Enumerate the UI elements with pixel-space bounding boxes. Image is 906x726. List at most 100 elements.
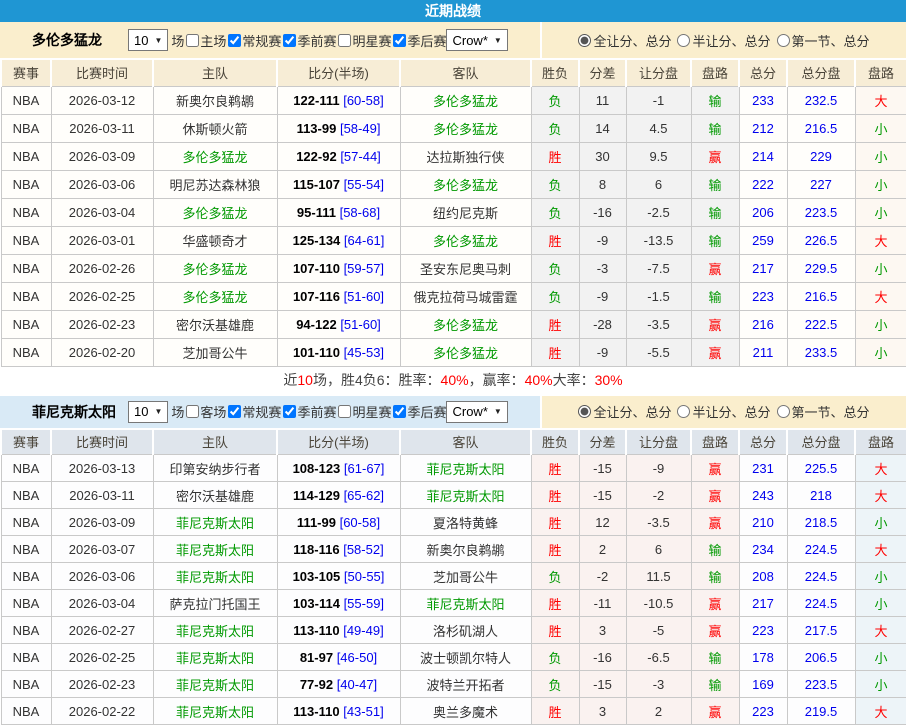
filter-checkbox[interactable]: 季后赛 <box>391 402 446 421</box>
odds-view-radio[interactable]: 半让分、总分 <box>677 402 770 421</box>
chevron-down-icon: ▼ <box>494 36 502 45</box>
away-team-cell: 多伦多猛龙 <box>400 114 531 142</box>
total-line-cell: 229.5 <box>787 254 855 282</box>
filter-checkbox[interactable]: 主场 <box>184 31 226 50</box>
home-team-cell: 菲尼克斯太阳 <box>153 509 277 536</box>
handicap-line-cell: 6 <box>626 536 691 563</box>
odds-view-radio-label: 半让分、总分 <box>692 31 770 50</box>
filter-checkbox-input[interactable] <box>393 34 406 47</box>
half-score: [51-60] <box>340 317 380 332</box>
total-points-cell: 208 <box>739 563 787 590</box>
date-cell: 2026-03-06 <box>51 170 153 198</box>
filter-checkbox[interactable]: 客场 <box>184 402 226 421</box>
result-cell: 胜 <box>531 590 579 617</box>
games-count-value: 10 <box>134 404 148 419</box>
score-cell: 114-129 [65-62] <box>277 482 400 509</box>
column-header: 盘路 <box>855 59 906 86</box>
filter-checkbox-input[interactable] <box>283 34 296 47</box>
over-under-cell: 大 <box>855 698 906 725</box>
total-line-cell: 233.5 <box>787 338 855 366</box>
score-cell: 111-99 [60-58] <box>277 509 400 536</box>
score-cell: 122-111 [60-58] <box>277 86 400 114</box>
filter-checkbox[interactable]: 明星赛 <box>336 31 391 50</box>
total-points-cell: 210 <box>739 509 787 536</box>
handicap-line-cell: -1 <box>626 86 691 114</box>
total-line-cell: 216.5 <box>787 282 855 310</box>
chevron-down-icon: ▼ <box>154 407 162 416</box>
half-score: [57-44] <box>340 149 380 164</box>
odds-view-radio[interactable]: 第一节、总分 <box>777 402 870 421</box>
total-points-cell: 234 <box>739 536 787 563</box>
point-diff-cell: -15 <box>579 482 626 509</box>
final-score: 122-111 <box>293 93 339 108</box>
filter-checkbox-input[interactable] <box>338 405 351 418</box>
odds-view-radio-input[interactable] <box>777 405 790 418</box>
odds-view-radio-input[interactable] <box>578 405 591 418</box>
filter-checkbox-input[interactable] <box>393 405 406 418</box>
filter-checkbox[interactable]: 常规赛 <box>226 402 281 421</box>
handicap-line-cell: -9 <box>626 455 691 482</box>
filter-checkbox-input[interactable] <box>228 405 241 418</box>
season-filter-checkboxes: 客场 常规赛 季前赛 明星赛 <box>184 402 446 421</box>
point-diff-cell: -15 <box>579 671 626 698</box>
filter-checkbox-input[interactable] <box>228 34 241 47</box>
handicap-result-cell: 输 <box>691 114 739 142</box>
away-team-cell: 新奥尔良鹈鹕 <box>400 536 531 563</box>
odds-view-radio-input[interactable] <box>777 34 790 47</box>
table-row: NBA 2026-03-09 菲尼克斯太阳 111-99 [60-58] 夏洛特… <box>1 509 906 536</box>
half-score: [49-49] <box>343 623 383 638</box>
result-cell: 负 <box>531 671 579 698</box>
filter-checkbox[interactable]: 明星赛 <box>336 402 391 421</box>
away-team-cell: 菲尼克斯太阳 <box>400 482 531 509</box>
total-points-cell: 217 <box>739 254 787 282</box>
half-score: [58-68] <box>340 205 380 220</box>
final-score: 107-116 <box>293 289 340 304</box>
table-row: NBA 2026-03-12 新奥尔良鹈鹕 122-111 [60-58] 多伦… <box>1 86 906 114</box>
odds-view-radio[interactable]: 全让分、总分 <box>578 31 671 50</box>
total-line-cell: 219.5 <box>787 698 855 725</box>
filter-checkbox-input[interactable] <box>338 34 351 47</box>
odds-view-radio[interactable]: 第一节、总分 <box>777 31 870 50</box>
filter-checkbox[interactable]: 季前赛 <box>281 402 336 421</box>
odds-view-radio[interactable]: 半让分、总分 <box>677 31 770 50</box>
table-row: NBA 2026-03-04 多伦多猛龙 95-111 [58-68] 纽约尼克… <box>1 198 906 226</box>
final-score: 114-129 <box>293 488 340 503</box>
handicap-result-cell: 输 <box>691 671 739 698</box>
summary-segment: 大率： <box>553 370 595 390</box>
table-row: NBA 2026-03-13 印第安纳步行者 108-123 [61-67] 菲… <box>1 455 906 482</box>
column-header: 盘路 <box>855 429 906 455</box>
games-count-select[interactable]: 10 ▼ <box>128 29 168 51</box>
column-header: 比分(半场) <box>277 429 400 455</box>
team-name: 多伦多猛龙 <box>32 30 128 50</box>
bookmaker-value: Crow* <box>452 404 487 419</box>
filter-checkbox-input[interactable] <box>186 34 199 47</box>
bookmaker-select[interactable]: Crow* ▼ <box>446 29 507 51</box>
filter-checkbox-input[interactable] <box>283 405 296 418</box>
filter-checkbox[interactable]: 常规赛 <box>226 31 281 50</box>
result-cell: 胜 <box>531 338 579 366</box>
column-header: 总分盘 <box>787 429 855 455</box>
date-cell: 2026-03-09 <box>51 509 153 536</box>
odds-view-radio[interactable]: 全让分、总分 <box>578 402 671 421</box>
odds-view-radio-input[interactable] <box>578 34 591 47</box>
handicap-result-cell: 赢 <box>691 590 739 617</box>
games-count-select[interactable]: 10 ▼ <box>128 401 168 423</box>
result-cell: 胜 <box>531 226 579 254</box>
away-team-cell: 圣安东尼奥马刺 <box>400 254 531 282</box>
league-cell: NBA <box>1 226 51 254</box>
filter-checkbox[interactable]: 季前赛 <box>281 31 336 50</box>
home-team-cell: 多伦多猛龙 <box>153 198 277 226</box>
bookmaker-select[interactable]: Crow* ▼ <box>446 401 507 423</box>
over-under-cell: 小 <box>855 563 906 590</box>
odds-view-radio-input[interactable] <box>677 34 690 47</box>
column-header: 比赛时间 <box>51 59 153 86</box>
score-cell: 115-107 [55-54] <box>277 170 400 198</box>
home-team-cell: 菲尼克斯太阳 <box>153 698 277 725</box>
final-score: 111-99 <box>297 515 336 530</box>
filter-checkbox-input[interactable] <box>186 405 199 418</box>
filter-checkbox[interactable]: 季后赛 <box>391 31 446 50</box>
final-score: 95-111 <box>297 205 336 220</box>
filter-controls: 多伦多猛龙 10 ▼ 场 主场 常规赛 <box>0 22 540 58</box>
odds-view-radio-input[interactable] <box>677 405 690 418</box>
score-cell: 95-111 [58-68] <box>277 198 400 226</box>
